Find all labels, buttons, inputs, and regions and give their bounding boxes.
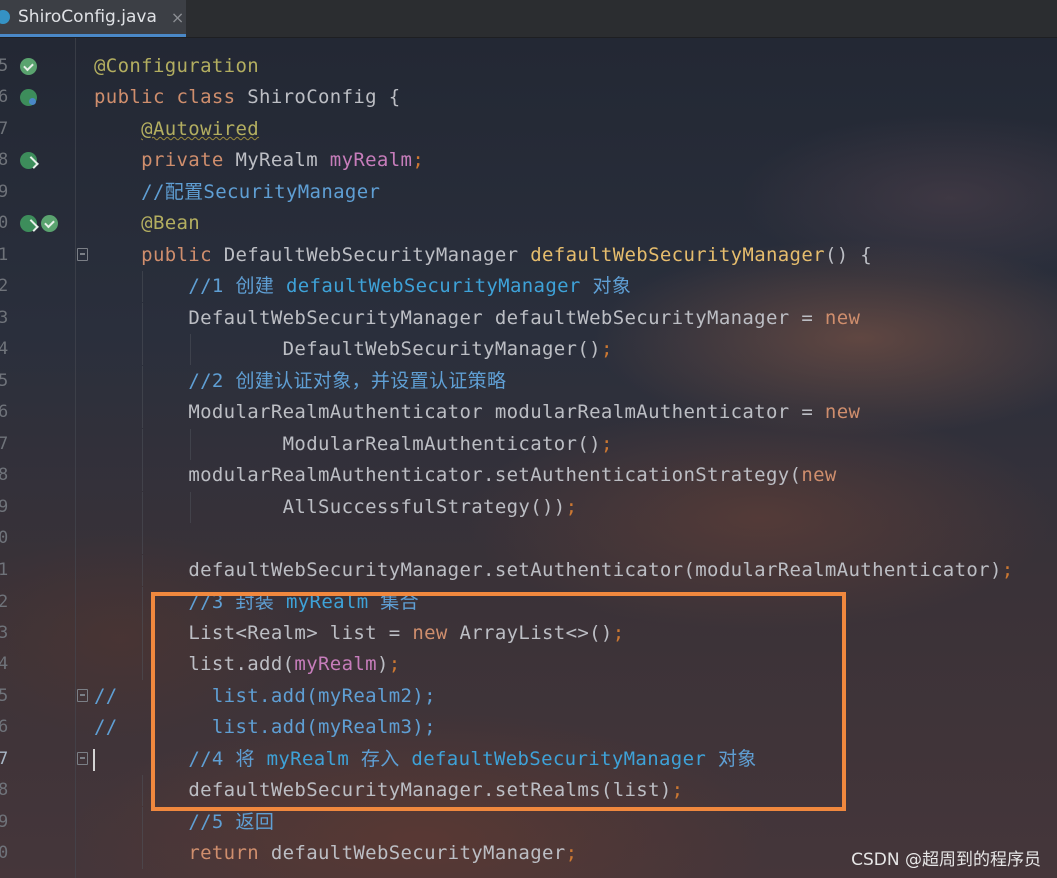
- code-line: 1 defaultWebSecurityManager.setAuthentic…: [0, 555, 1057, 586]
- editor-tab-bar: ShiroConfig.java ×: [0, 0, 1057, 38]
- code-text: modularRealmAuthenticator.setAuthenticat…: [188, 464, 837, 486]
- tab-shiroconfig-java[interactable]: ShiroConfig.java ×: [0, 0, 186, 37]
- code-line: 2 //1 创建 defaultWebSecurityManager 对象: [0, 271, 1057, 302]
- code-text: DefaultWebSecurityManager defaultWebSecu…: [188, 307, 861, 329]
- code-text: //2 创建认证对象，并设置认证策略: [188, 370, 507, 392]
- spring-class-icon[interactable]: [20, 89, 37, 106]
- line-number: 2: [0, 276, 9, 296]
- line-number: 7: [0, 119, 9, 139]
- gutter-icons: [20, 152, 37, 170]
- fold-icon[interactable]: [77, 752, 88, 765]
- line-number: 8: [0, 465, 9, 485]
- tab-label: ShiroConfig.java: [18, 7, 157, 27]
- close-icon[interactable]: ×: [171, 8, 184, 27]
- code-line: 6 ModularRealmAuthenticator modularRealm…: [0, 397, 1057, 428]
- line-number: 9: [0, 497, 9, 517]
- code-line: 3 DefaultWebSecurityManager defaultWebSe…: [0, 303, 1057, 334]
- code-line: 7 @Autowired: [0, 114, 1057, 145]
- autowired-injection-icon[interactable]: [20, 215, 37, 232]
- spring-bean-icon[interactable]: [20, 58, 37, 75]
- code-text: //5 返回: [188, 811, 275, 833]
- code-text: ModularRealmAuthenticator();: [282, 433, 613, 455]
- code-line: 4 DefaultWebSecurityManager();: [0, 334, 1057, 365]
- line-number: 3: [0, 308, 9, 328]
- line-number: 0: [0, 528, 9, 548]
- line-number: 8: [0, 150, 9, 170]
- line-number: 4: [0, 654, 9, 674]
- code-text: @Configuration: [94, 55, 260, 77]
- fold-icon[interactable]: [77, 248, 88, 261]
- line-number: 6: [0, 402, 9, 422]
- code-text: defaultWebSecurityManager.setAuthenticat…: [188, 559, 1014, 581]
- line-number: 5: [0, 371, 9, 391]
- annotation-highlight-box: [151, 592, 846, 811]
- line-number: 1: [0, 245, 9, 265]
- code-text: AllSuccessfulStrategy());: [282, 496, 578, 518]
- code-line: 9 //5 返回: [0, 807, 1057, 838]
- java-class-icon: [0, 10, 10, 24]
- line-number: 4: [0, 339, 9, 359]
- code-line: 5 //2 创建认证对象，并设置认证策略: [0, 366, 1057, 397]
- gutter-icons: [20, 215, 58, 233]
- line-number: 6: [0, 717, 9, 737]
- code-text: @Bean: [141, 212, 201, 234]
- code-text: ModularRealmAuthenticator modularRealmAu…: [188, 401, 861, 423]
- spring-bean-icon[interactable]: [41, 215, 58, 232]
- line-number: 9: [0, 182, 9, 202]
- code-line: 8 modularRealmAuthenticator.setAuthentic…: [0, 460, 1057, 491]
- code-text: //1 创建 defaultWebSecurityManager 对象: [188, 275, 632, 297]
- code-text: //配置SecurityManager: [141, 181, 381, 203]
- code-line: 6 public class ShiroConfig {: [0, 82, 1057, 113]
- line-number: 0: [0, 213, 9, 233]
- line-number: 9: [0, 812, 9, 832]
- code-text: return defaultWebSecurityManager;: [188, 842, 578, 864]
- code-line: 0 @Bean: [0, 208, 1057, 239]
- code-text: DefaultWebSecurityManager();: [282, 338, 613, 360]
- indent-guide: [142, 523, 143, 554]
- code-line: 8 private MyRealm myRealm;: [0, 145, 1057, 176]
- line-number: 8: [0, 780, 9, 800]
- fold-icon[interactable]: [77, 689, 88, 702]
- line-number: 6: [0, 87, 9, 107]
- code-line: 7 ModularRealmAuthenticator();: [0, 429, 1057, 460]
- line-number: 5: [0, 56, 9, 76]
- code-text: private MyRealm myRealm;: [141, 149, 425, 171]
- code-text: public class ShiroConfig {: [94, 86, 401, 108]
- code-line: 9 //配置SecurityManager: [0, 177, 1057, 208]
- line-number: 7: [0, 749, 9, 769]
- code-text: public DefaultWebSecurityManager default…: [141, 244, 873, 266]
- code-line: 9 AllSuccessfulStrategy());: [0, 492, 1057, 523]
- csdn-watermark: CSDN @超周到的程序员: [851, 850, 1041, 870]
- line-number: 2: [0, 592, 9, 612]
- code-line: 0: [0, 523, 1057, 554]
- line-number: 0: [0, 843, 9, 863]
- line-number: 3: [0, 623, 9, 643]
- autowired-injection-icon[interactable]: [20, 152, 37, 169]
- gutter-icons: [20, 58, 37, 76]
- code-text: @Autowired: [141, 118, 260, 140]
- code-line: 1 public DefaultWebSecurityManager defau…: [0, 240, 1057, 271]
- code-line: 5 @Configuration: [0, 51, 1057, 82]
- line-number: 1: [0, 560, 9, 580]
- gutter-icons: [20, 89, 37, 107]
- line-number: 5: [0, 686, 9, 706]
- line-number: 7: [0, 434, 9, 454]
